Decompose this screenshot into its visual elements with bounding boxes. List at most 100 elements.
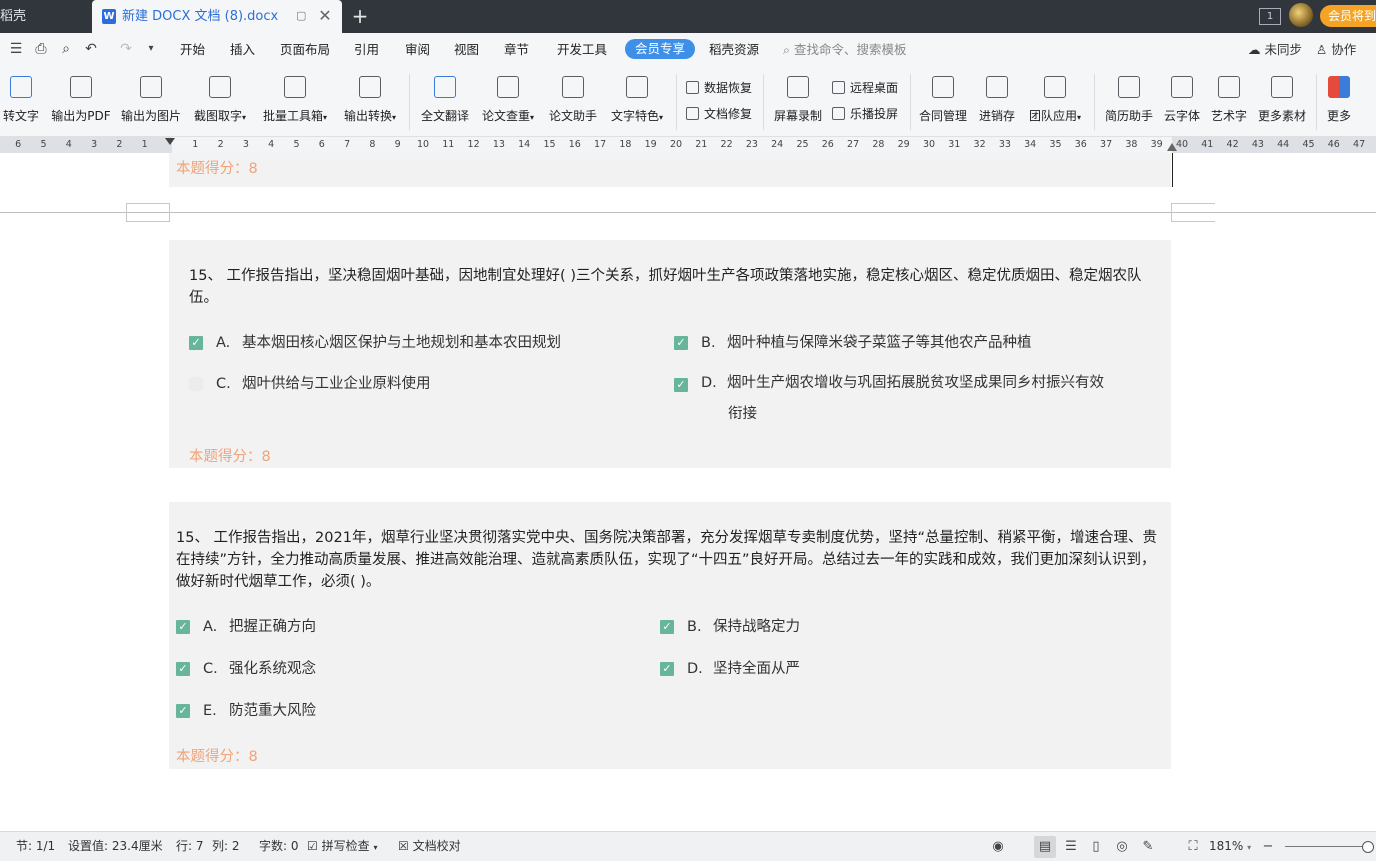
- status-wordcount[interactable]: 字数: 0: [259, 832, 299, 861]
- right-indent-marker[interactable]: [1167, 143, 1177, 151]
- zoom-slider-handle[interactable]: [1362, 841, 1374, 853]
- checkbox-icon[interactable]: ✓: [176, 620, 190, 634]
- vip-expire-badge[interactable]: 会员将到期: [1320, 5, 1376, 27]
- page-corner-right-side: [1171, 203, 1172, 221]
- cloud-font-button[interactable]: 云字体: [1160, 76, 1204, 134]
- doc-proof-button[interactable]: ☒ 文档校对: [398, 832, 461, 861]
- data-recover-button[interactable]: 数据恢复: [686, 77, 752, 99]
- menu-view[interactable]: 视图: [454, 33, 479, 66]
- fit-page-icon[interactable]: ⛶: [1185, 839, 1201, 855]
- export-pdf-button[interactable]: 输出为PDF: [50, 76, 112, 134]
- menu-start[interactable]: 开始: [180, 33, 205, 66]
- more-button[interactable]: 更多: [1322, 76, 1356, 134]
- button-label: 批量工具箱▾: [262, 109, 328, 123]
- menu-docer-resources[interactable]: 稻壳资源: [709, 33, 759, 66]
- more-material-button[interactable]: 更多素材: [1254, 76, 1310, 134]
- remote-desktop-button[interactable]: 远程桌面: [832, 77, 898, 99]
- tab-docer[interactable]: 稻壳: [0, 0, 90, 33]
- pen-icon[interactable]: ✎: [1140, 839, 1156, 855]
- menu-developer[interactable]: 开发工具: [557, 33, 607, 66]
- paper-assistant-button[interactable]: 论文助手: [546, 76, 600, 134]
- screenshot-ocr-button[interactable]: 截图取字▾: [190, 76, 250, 134]
- resume-assistant-button[interactable]: 简历助手: [1102, 76, 1156, 134]
- button-label: 简历助手: [1104, 109, 1153, 123]
- word-art-icon: [1218, 76, 1240, 98]
- option-b[interactable]: ✓ B. 保持战略定力: [660, 616, 800, 638]
- sync-status[interactable]: ☁ 未同步: [1248, 33, 1302, 66]
- option-c[interactable]: ✓ C. 强化系统观念: [176, 658, 316, 680]
- web-view-icon[interactable]: ◎: [1114, 839, 1130, 855]
- status-section[interactable]: 节: 1/1: [16, 832, 55, 861]
- menu-references[interactable]: 引用: [354, 33, 379, 66]
- read-view-icon[interactable]: ▯: [1088, 839, 1104, 855]
- zoom-slider[interactable]: [1285, 846, 1365, 847]
- print-preview-icon[interactable]: ⌕: [58, 41, 74, 57]
- menu-review[interactable]: 审阅: [405, 33, 430, 66]
- avatar[interactable]: [1289, 3, 1313, 27]
- cast-screen-button[interactable]: 乐播投屏: [832, 103, 898, 125]
- option-d-continued: 衔接: [728, 406, 757, 422]
- option-a[interactable]: ✓ A. 把握正确方向: [176, 616, 316, 638]
- outline-view-icon[interactable]: ☰: [1063, 839, 1079, 855]
- status-setting[interactable]: 设置值: 23.4厘米: [68, 832, 163, 861]
- menu-chapter[interactable]: 章节: [504, 33, 529, 66]
- word-art-button[interactable]: 艺术字: [1208, 76, 1250, 134]
- horizontal-ruler[interactable]: 6 5 4 3 2 1 1 2 3 4 5 6 7 8 9 10 11 12 13 14 15 16 17 18 19 20 21 2…: [0, 137, 1376, 153]
- file-menu-icon[interactable]: ☰: [8, 41, 24, 57]
- status-col[interactable]: 列: 2: [212, 832, 240, 861]
- option-a[interactable]: ✓ A. 基本烟田核心烟区保护与土地规划和基本农田规划: [189, 332, 561, 354]
- button-label: 论文助手: [548, 109, 597, 123]
- text-feature-button[interactable]: 文字特色▾: [606, 76, 668, 134]
- checkbox-icon[interactable]: ✓: [660, 662, 674, 676]
- menu-page-layout[interactable]: 页面布局: [280, 33, 330, 66]
- ruler-tick: 2: [116, 139, 123, 150]
- tab-pin-icon[interactable]: ▢: [296, 9, 310, 23]
- checkbox-icon[interactable]: ✓: [674, 336, 688, 350]
- option-d[interactable]: ✓ D. 坚持全面从严: [660, 658, 800, 680]
- checkbox-icon[interactable]: ✓: [189, 336, 203, 350]
- option-c[interactable]: C. 烟叶供给与工业企业原料使用: [189, 373, 431, 395]
- tab-close-icon[interactable]: ✕: [316, 7, 334, 25]
- doc-repair-button[interactable]: 文档修复: [686, 103, 752, 125]
- pdf-to-text-button[interactable]: 转文字: [0, 76, 46, 134]
- checkbox-icon[interactable]: ✓: [176, 662, 190, 676]
- collab-button[interactable]: ♙ 协作: [1316, 33, 1356, 66]
- quick-access-more-icon[interactable]: ▾: [143, 41, 159, 57]
- inventory-button[interactable]: 进销存: [974, 76, 1020, 134]
- screen-record-button[interactable]: 屏幕录制: [770, 76, 826, 134]
- checkbox-icon[interactable]: ✓: [176, 704, 190, 718]
- redo-icon[interactable]: ↷: [118, 41, 134, 57]
- batch-toolbox-button[interactable]: 批量工具箱▾: [258, 76, 332, 134]
- export-image-button[interactable]: 输出为图片: [118, 76, 184, 134]
- contract-manage-button[interactable]: 合同管理: [916, 76, 970, 134]
- print-icon[interactable]: ⎙: [33, 41, 49, 57]
- zoom-out-icon[interactable]: −: [1260, 839, 1276, 855]
- menu-insert[interactable]: 插入: [230, 33, 255, 66]
- checkbox-icon[interactable]: [189, 377, 203, 391]
- option-d[interactable]: ✓ D. 烟叶生产烟农增收与巩固拓展脱贫攻坚成果同乡村振兴有效: [674, 372, 1104, 394]
- full-translate-button[interactable]: 全文翻译: [418, 76, 472, 134]
- option-b[interactable]: ✓ B. 烟叶种植与保障米袋子菜篮子等其他农产品种植: [674, 332, 1032, 354]
- eye-protect-icon[interactable]: ◉: [990, 839, 1006, 855]
- export-convert-button[interactable]: 输出转换▾: [338, 76, 402, 134]
- question-score: 本题得分：8: [189, 449, 271, 465]
- left-indent-marker[interactable]: [165, 138, 175, 145]
- checkbox-icon[interactable]: ✓: [660, 620, 674, 634]
- tab-active-document[interactable]: W 新建 DOCX 文档 (8).docx ▢ ✕: [92, 0, 342, 33]
- new-tab-icon[interactable]: +: [350, 4, 370, 28]
- status-row[interactable]: 行: 7: [176, 832, 204, 861]
- paper-assistant-icon: [562, 76, 584, 98]
- undo-icon[interactable]: ↶: [83, 41, 99, 57]
- window-count-badge[interactable]: 1: [1259, 8, 1281, 25]
- button-label: 屏幕录制: [773, 109, 822, 123]
- checkbox-icon[interactable]: ✓: [674, 378, 688, 392]
- document-area[interactable]: 本题得分：8 15、 工作报告指出，坚决稳固烟叶基础，因地制宜处理好( )三个关…: [0, 153, 1376, 831]
- spellcheck-button[interactable]: ☑ 拼写检查 ▾: [307, 832, 377, 861]
- zoom-level[interactable]: 181% ▾: [1209, 832, 1251, 861]
- command-search[interactable]: ⌕ 查找命令、搜索模板: [783, 40, 907, 60]
- page-view-icon[interactable]: ▤: [1034, 836, 1056, 858]
- menu-vip[interactable]: 会员专享: [625, 39, 696, 59]
- team-app-button[interactable]: 团队应用▾: [1024, 76, 1086, 134]
- option-e[interactable]: ✓ E. 防范重大风险: [176, 700, 316, 722]
- paper-check-button[interactable]: 论文查重▾: [478, 76, 538, 134]
